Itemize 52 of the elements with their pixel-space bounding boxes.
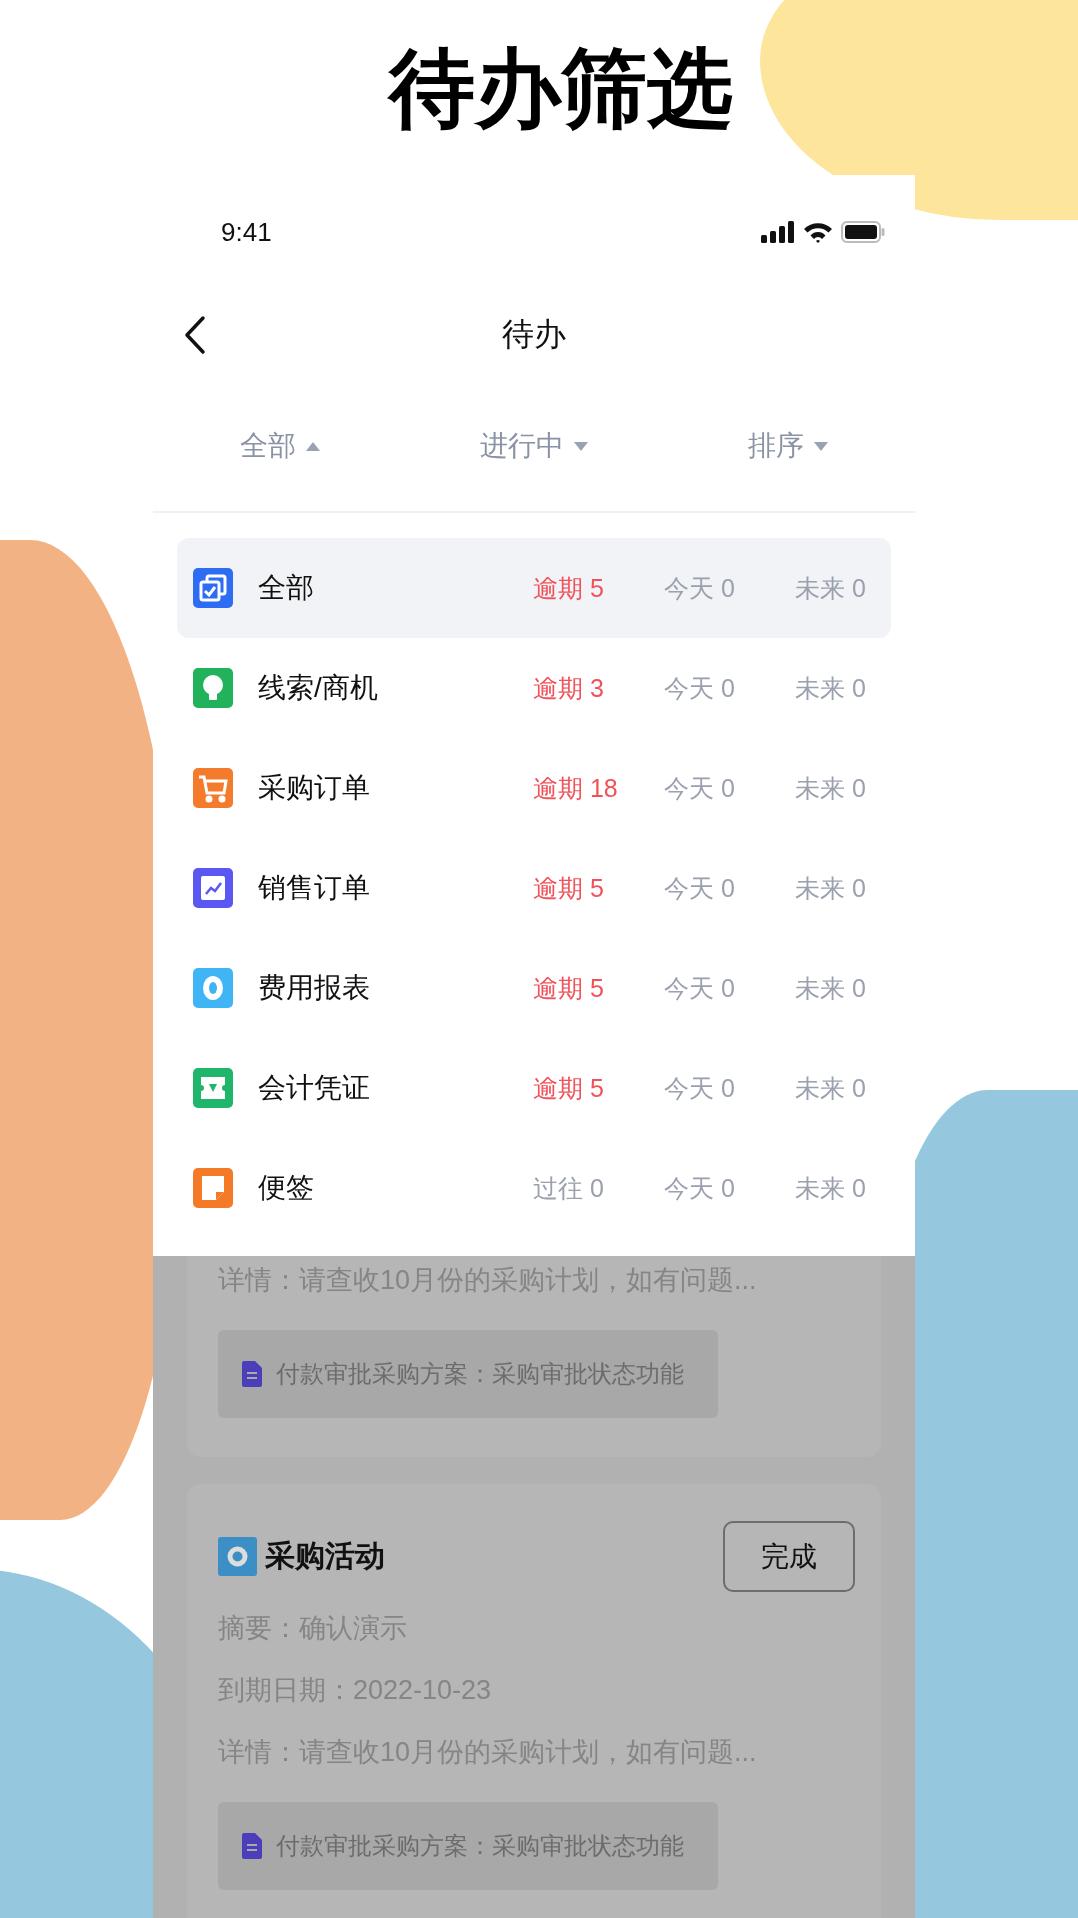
task-title: 采购活动 [265,1538,386,1574]
count-label: 未来 0 [795,872,867,904]
count-label: 今天 0 [664,1072,736,1104]
complete-button[interactable]: 完成 [723,1521,855,1592]
count-label: 逾期 5 [533,572,605,604]
category-row[interactable]: 全部 逾期 5 今天 0 未来 0 [177,538,891,638]
count-label: 未来 0 [795,672,867,704]
category-name: 全部 [257,571,315,605]
count-label: 今天 0 [664,572,736,604]
attachment-title: 付款审批采购方案：采购审批状态功能 [276,1831,684,1861]
category-row[interactable]: 销售订单 逾期 5 今天 0 未来 0 [177,838,891,938]
caret-icon [574,441,588,451]
signal-icon [761,221,795,243]
attachment-title: 付款审批采购方案：采购审批状态功能 [276,1359,684,1389]
count-label: 今天 0 [664,672,736,704]
nav-title: 待办 [502,315,566,354]
category-row[interactable]: 便签 过往 0 今天 0 未来 0 [177,1138,891,1238]
headline: 待办筛选 [389,44,733,131]
task-icon [218,1537,257,1576]
count-label: 今天 0 [664,772,736,804]
category-name: 采购订单 [257,771,371,805]
caret-icon [814,441,828,451]
count-label: 今天 0 [664,972,736,1004]
category-row[interactable]: 采购订单 逾期 18 今天 0 未来 0 [177,738,891,838]
count-label: 逾期 5 [533,1072,605,1104]
category-row[interactable]: 线索/商机 逾期 3 今天 0 未来 0 [177,638,891,738]
status-time: 9:41 [221,216,272,248]
count-label: 逾期 5 [533,972,605,1004]
category-name: 销售订单 [257,871,371,905]
battery-icon [841,221,885,243]
count-label: 未来 0 [795,1072,867,1104]
count-label: 未来 0 [795,1172,867,1204]
document-icon [242,1833,262,1859]
caret-icon [306,441,320,451]
category-row[interactable]: 费用报表 逾期 5 今天 0 未来 0 [177,938,891,1038]
wifi-icon [803,221,833,243]
category-row[interactable]: 会计凭证 逾期 5 今天 0 未来 0 [177,1038,891,1138]
count-label: 未来 0 [795,772,867,804]
document-icon [242,1361,262,1387]
category-name: 费用报表 [257,971,371,1005]
count-label: 今天 0 [664,872,736,904]
count-label: 逾期 18 [533,772,619,804]
count-label: 今天 0 [664,1172,736,1204]
category-name: 会计凭证 [257,1071,371,1105]
count-label: 逾期 3 [533,672,605,704]
category-name: 线索/商机 [257,671,379,705]
category-name: 便签 [257,1171,315,1205]
back-icon[interactable] [183,315,207,355]
count-label: 过往 0 [533,1172,605,1204]
count-label: 未来 0 [795,972,867,1004]
count-label: 逾期 5 [533,872,605,904]
count-label: 未来 0 [795,572,867,604]
